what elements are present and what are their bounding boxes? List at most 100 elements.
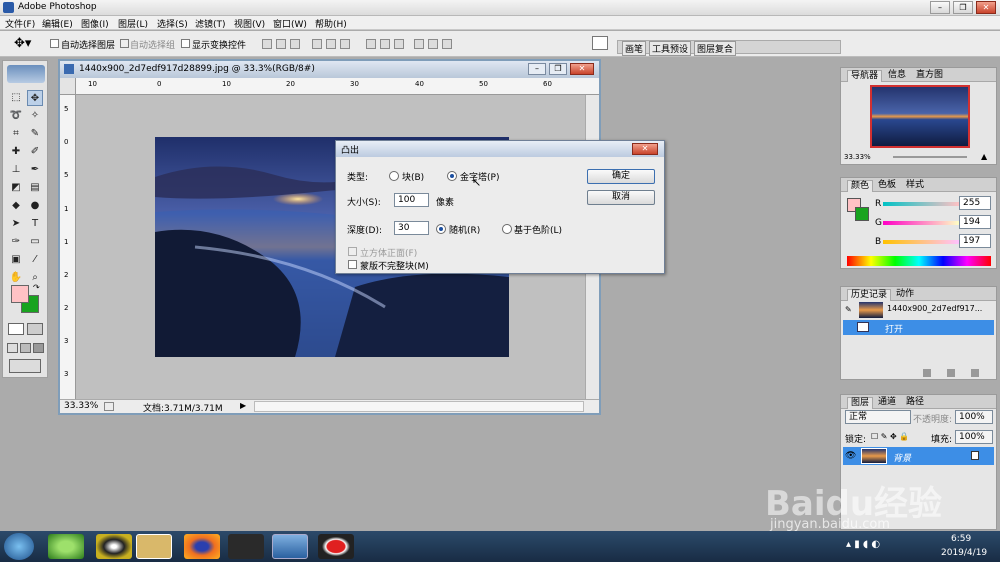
healing-brush-tool-icon[interactable]: ✚ [8, 144, 24, 160]
pen-tool-icon[interactable]: ✑ [8, 234, 24, 250]
blend-mode-select[interactable]: 正常 [845, 410, 911, 424]
lock-icons[interactable]: ☐ ✎ ✥ 🔒 [871, 432, 909, 441]
distribute-right-icon[interactable] [442, 39, 452, 49]
g-slider[interactable] [883, 221, 959, 225]
shape-tool-icon[interactable]: ▭ [27, 234, 43, 250]
menu-window[interactable]: 窗口(W) [273, 17, 307, 30]
menu-image[interactable]: 图像(I) [81, 17, 109, 30]
distribute-top-icon[interactable] [366, 39, 376, 49]
tab-navigator[interactable]: 导航器 [847, 70, 883, 82]
navigator-zoom-slider[interactable] [893, 156, 967, 158]
tab-color[interactable]: 颜色 [847, 180, 874, 192]
layer-row-background[interactable]: 👁 背景 [843, 447, 994, 465]
snapshot-name[interactable]: 1440x900_2d7edf917... [887, 304, 982, 313]
distribute-center-icon[interactable] [428, 39, 438, 49]
screen-mode-1-icon[interactable] [7, 343, 18, 353]
tab-channels[interactable]: 通道 [875, 397, 899, 409]
swap-colors-icon[interactable]: ↷ [33, 283, 40, 292]
new-snapshot-icon[interactable] [947, 369, 955, 377]
size-input[interactable]: 100 [394, 193, 429, 207]
tab-histogram[interactable]: 直方图 [913, 70, 946, 82]
close-button[interactable]: ✕ [976, 1, 996, 14]
feather-logo-icon[interactable] [7, 65, 45, 83]
new-doc-from-state-icon[interactable] [923, 369, 931, 377]
move-tool-icon[interactable]: ✥ [27, 90, 43, 106]
auto-select-group-checkbox[interactable] [120, 39, 129, 48]
depth-random-label[interactable]: 随机(R) [449, 223, 480, 236]
menu-filter[interactable]: 滤镜(T) [195, 17, 226, 30]
tab-paths[interactable]: 路径 [903, 397, 927, 409]
tab-tool-presets[interactable]: 工具预设 [649, 41, 692, 56]
navigator-thumbnail[interactable] [870, 85, 970, 148]
start-button-icon[interactable] [4, 533, 34, 560]
ok-button[interactable]: 确定 [587, 169, 655, 184]
clone-stamp-tool-icon[interactable]: ⊥ [8, 162, 24, 178]
doc-restore-button[interactable]: ❐ [549, 63, 567, 75]
quick-mask-icon[interactable] [27, 323, 43, 335]
tab-swatches[interactable]: 色板 [875, 180, 899, 192]
snapshot-thumbnail[interactable] [859, 302, 883, 318]
minimize-button[interactable]: – [930, 1, 950, 14]
show-transform-checkbox[interactable] [181, 39, 190, 48]
tab-layers[interactable]: 图层 [847, 397, 874, 409]
type-pyramid-radio[interactable] [447, 171, 457, 181]
depth-input[interactable]: 30 [394, 221, 429, 235]
tab-layer-comps[interactable]: 图层复合 [694, 41, 737, 56]
snapshot-brush-icon[interactable]: ✎ [845, 305, 852, 314]
file-browser-icon[interactable] [592, 36, 608, 50]
ruler-origin[interactable] [60, 78, 76, 95]
depth-level-label[interactable]: 基于色阶(L) [514, 223, 562, 236]
status-options-icon[interactable] [104, 402, 114, 411]
tab-info[interactable]: 信息 [885, 70, 909, 82]
screen-mode-3-icon[interactable] [33, 343, 44, 353]
distribute-left-icon[interactable] [414, 39, 424, 49]
crop-tool-icon[interactable]: ⌗ [8, 126, 24, 142]
zoom-level[interactable]: 33.33% [64, 401, 98, 411]
menu-file[interactable]: 文件(F) [5, 17, 35, 30]
gradient-tool-icon[interactable]: ▤ [27, 180, 43, 196]
type-block-label[interactable]: 块(B) [402, 170, 424, 183]
auto-select-layer-checkbox[interactable] [50, 39, 59, 48]
menu-help[interactable]: 帮助(H) [315, 17, 347, 30]
restore-button[interactable]: ❐ [953, 1, 973, 14]
type-block-radio[interactable] [389, 171, 399, 181]
notes-tool-icon[interactable]: ▣ [8, 252, 24, 268]
menu-edit[interactable]: 编辑(E) [42, 17, 73, 30]
tray-icons[interactable]: ▴ ▮ ◖ ◐ [846, 539, 880, 550]
file-explorer-icon[interactable] [136, 534, 172, 559]
move-tool-icon[interactable]: ✥▾ [14, 36, 31, 51]
path-selection-tool-icon[interactable]: ➤ [8, 216, 24, 232]
mask-incomplete-checkbox[interactable] [348, 260, 357, 269]
color-ramp[interactable] [847, 256, 991, 266]
solid-front-checkbox[interactable] [348, 247, 357, 256]
layer-name[interactable]: 背景 [893, 451, 911, 464]
doc-close-button[interactable]: ✕ [570, 63, 594, 75]
doc-minimize-button[interactable]: – [528, 63, 546, 75]
standard-mode-icon[interactable] [8, 323, 24, 335]
hand-tool-icon[interactable]: ✋ [8, 270, 24, 286]
align-bottom-icon[interactable] [290, 39, 300, 49]
screen-recorder-icon[interactable] [318, 534, 354, 559]
eyedropper-tool-icon[interactable]: ⁄ [27, 252, 43, 268]
history-brush-tool-icon[interactable]: ✒ [27, 162, 43, 178]
tab-actions[interactable]: 动作 [893, 289, 917, 301]
cancel-button[interactable]: 取消 [587, 190, 655, 205]
b-slider[interactable] [883, 240, 959, 244]
tab-brushes[interactable]: 画笔 [622, 41, 647, 56]
dodge-tool-icon[interactable]: ● [27, 198, 43, 214]
delete-state-icon[interactable] [971, 369, 979, 377]
b-input[interactable]: 197 [959, 234, 991, 248]
clock-time[interactable]: 6:59 [951, 534, 971, 544]
opacity-input[interactable]: 100% [955, 410, 993, 424]
slice-tool-icon[interactable]: ✎ [27, 126, 43, 142]
brush-tool-icon[interactable]: ✐ [27, 144, 43, 160]
history-item-open[interactable]: 打开 [843, 320, 994, 335]
horizontal-scrollbar[interactable] [254, 401, 584, 412]
align-right-icon[interactable] [340, 39, 350, 49]
menu-view[interactable]: 视图(V) [234, 17, 265, 30]
fill-input[interactable]: 100% [955, 430, 993, 444]
screen-mode-2-icon[interactable] [20, 343, 31, 353]
depth-random-radio[interactable] [436, 224, 446, 234]
align-top-icon[interactable] [262, 39, 272, 49]
distribute-bottom-icon[interactable] [394, 39, 404, 49]
